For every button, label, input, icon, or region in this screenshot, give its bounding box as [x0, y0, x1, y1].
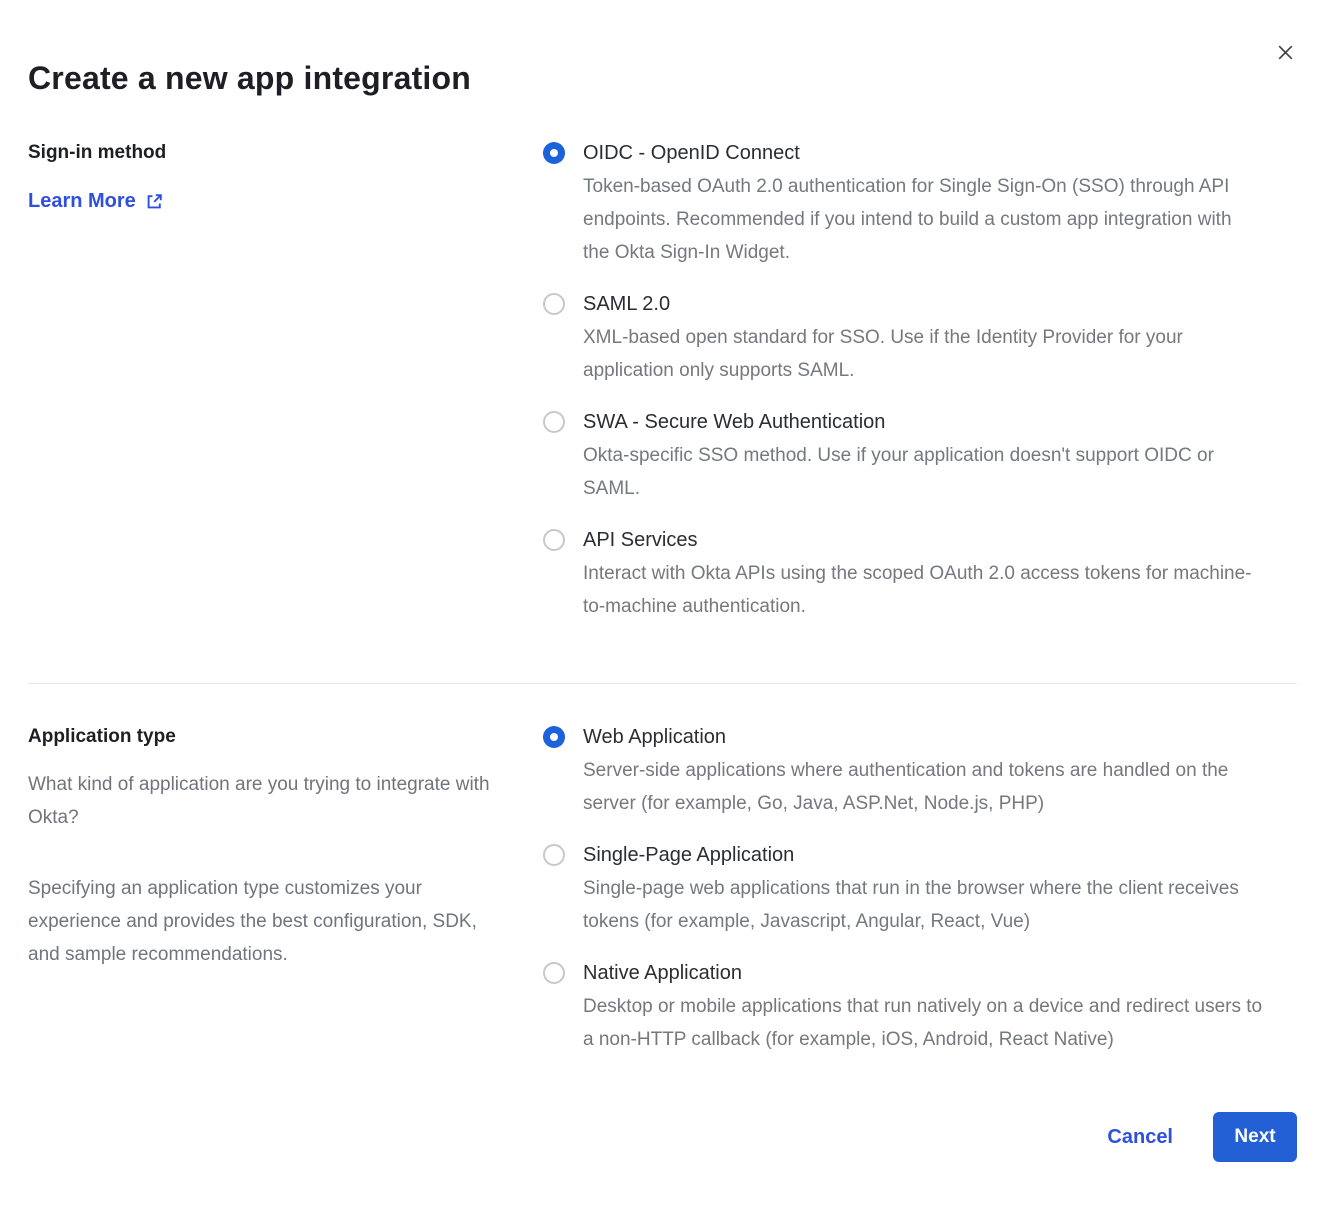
application-type-left-column: Application type What kind of applicatio…	[28, 724, 543, 971]
single-page-application-option-label: Single-Page Application	[583, 842, 1263, 868]
single-page-application-option-body: Single-Page Application Single-page web …	[583, 842, 1263, 938]
single-page-application-option-description: Single-page web applications that run in…	[583, 872, 1263, 938]
saml-option-body: SAML 2.0 XML-based open standard for SSO…	[583, 291, 1263, 387]
close-icon	[1276, 43, 1295, 62]
api-services-option-description: Interact with Okta APIs using the scoped…	[583, 557, 1263, 623]
application-type-label: Application type	[28, 724, 498, 750]
sign-in-method-options: OIDC - OpenID Connect Token-based OAuth …	[543, 140, 1263, 623]
api-services-option-label: API Services	[583, 527, 1263, 553]
create-app-integration-dialog: Create a new app integration Sign-in met…	[0, 0, 1332, 1210]
sign-in-method-label: Sign-in method	[28, 140, 498, 166]
sign-in-method-left-column: Sign-in method Learn More	[28, 140, 543, 213]
native-application-radio[interactable]	[543, 962, 565, 984]
learn-more-link[interactable]: Learn More	[28, 190, 164, 213]
saml-radio[interactable]	[543, 293, 565, 315]
native-application-option-description: Desktop or mobile applications that run …	[583, 990, 1263, 1056]
api-services-radio[interactable]	[543, 529, 565, 551]
signin-option-swa[interactable]: SWA - Secure Web Authentication Okta-spe…	[543, 409, 1263, 505]
oidc-option-label: OIDC - OpenID Connect	[583, 140, 1263, 166]
cancel-button[interactable]: Cancel	[1107, 1126, 1173, 1149]
signin-option-api-services[interactable]: API Services Interact with Okta APIs usi…	[543, 527, 1263, 623]
native-application-option-label: Native Application	[583, 960, 1263, 986]
saml-option-description: XML-based open standard for SSO. Use if …	[583, 321, 1263, 387]
application-type-question: What kind of application are you trying …	[28, 768, 498, 834]
swa-option-body: SWA - Secure Web Authentication Okta-spe…	[583, 409, 1263, 505]
native-application-option-body: Native Application Desktop or mobile app…	[583, 960, 1263, 1056]
swa-option-label: SWA - Secure Web Authentication	[583, 409, 1263, 435]
sign-in-method-section: Sign-in method Learn More OIDC - OpenID …	[28, 140, 1297, 683]
learn-more-label: Learn More	[28, 190, 136, 213]
close-button[interactable]	[1271, 38, 1299, 66]
next-button[interactable]: Next	[1213, 1112, 1297, 1162]
apptype-option-native[interactable]: Native Application Desktop or mobile app…	[543, 960, 1263, 1056]
api-services-option-body: API Services Interact with Okta APIs usi…	[583, 527, 1263, 623]
apptype-option-web[interactable]: Web Application Server-side applications…	[543, 724, 1263, 820]
dialog-title: Create a new app integration	[28, 58, 1297, 98]
application-type-section: Application type What kind of applicatio…	[28, 684, 1297, 1056]
application-type-options: Web Application Server-side applications…	[543, 724, 1263, 1056]
swa-option-description: Okta-specific SSO method. Use if your ap…	[583, 439, 1263, 505]
oidc-option-body: OIDC - OpenID Connect Token-based OAuth …	[583, 140, 1263, 269]
apptype-option-spa[interactable]: Single-Page Application Single-page web …	[543, 842, 1263, 938]
application-type-explainer: Specifying an application type customize…	[28, 872, 498, 971]
signin-option-oidc[interactable]: OIDC - OpenID Connect Token-based OAuth …	[543, 140, 1263, 269]
single-page-application-radio[interactable]	[543, 844, 565, 866]
external-link-icon	[145, 192, 164, 211]
oidc-radio[interactable]	[543, 142, 565, 164]
signin-option-saml[interactable]: SAML 2.0 XML-based open standard for SSO…	[543, 291, 1263, 387]
web-application-option-description: Server-side applications where authentic…	[583, 754, 1263, 820]
saml-option-label: SAML 2.0	[583, 291, 1263, 317]
swa-radio[interactable]	[543, 411, 565, 433]
web-application-option-body: Web Application Server-side applications…	[583, 724, 1263, 820]
web-application-radio[interactable]	[543, 726, 565, 748]
web-application-option-label: Web Application	[583, 724, 1263, 750]
oidc-option-description: Token-based OAuth 2.0 authentication for…	[583, 170, 1263, 269]
dialog-footer: Cancel Next	[28, 1112, 1297, 1162]
